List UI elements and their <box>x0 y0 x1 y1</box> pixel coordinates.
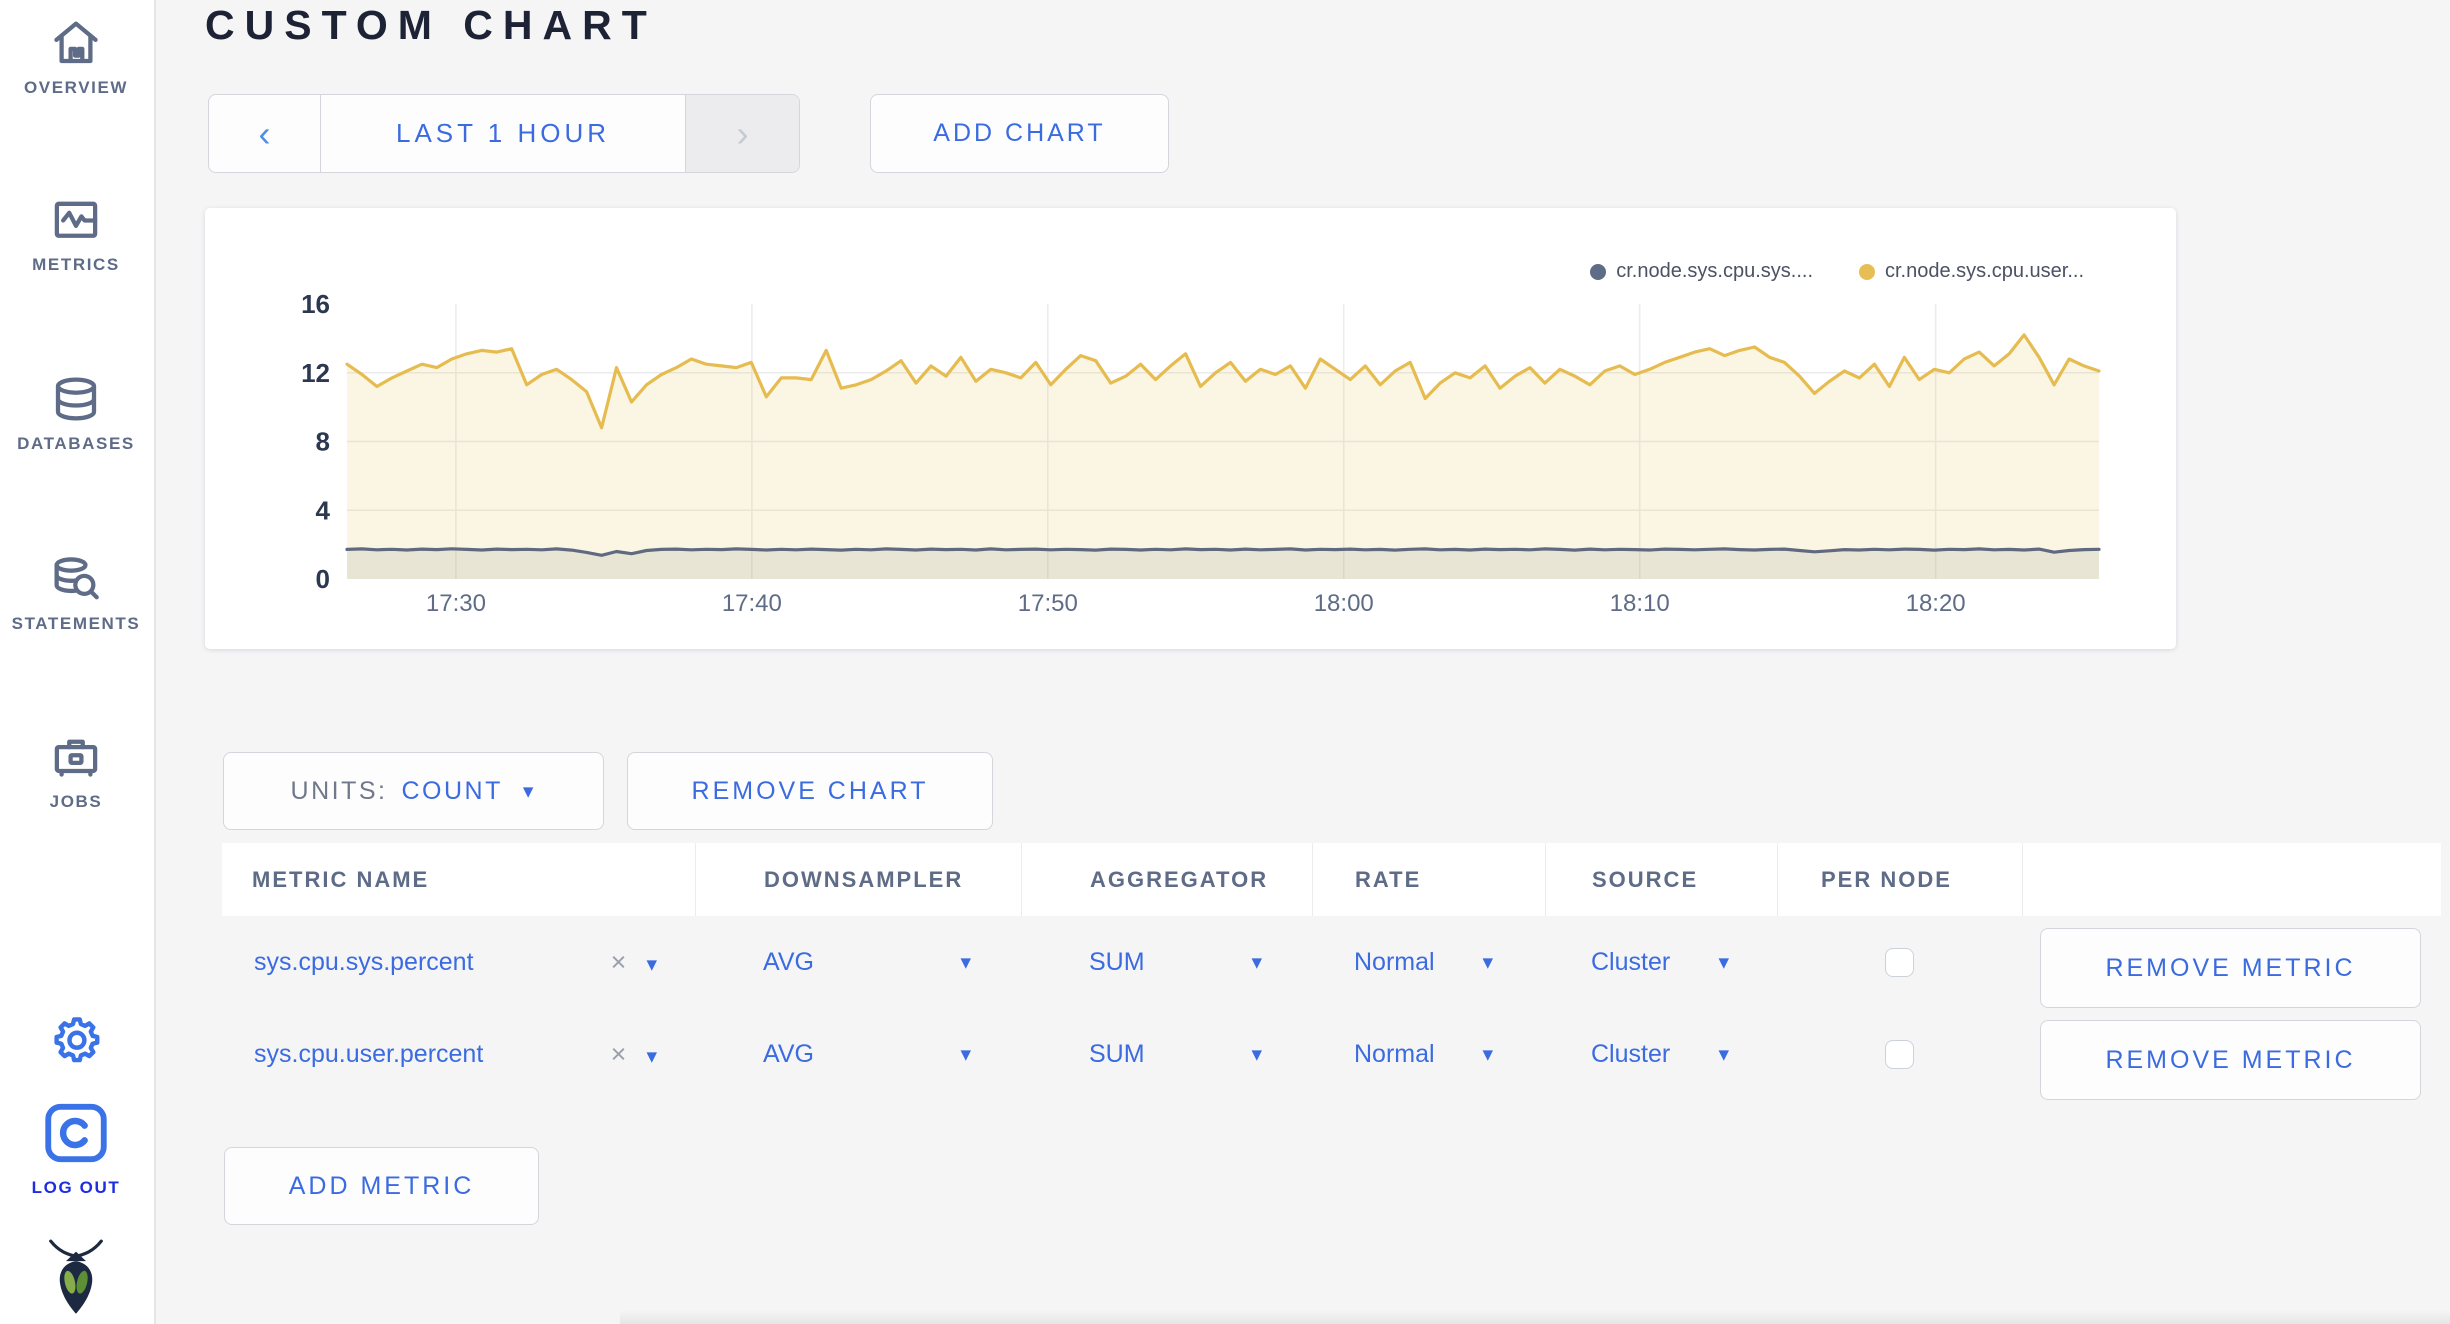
sidebar-item-databases[interactable]: DATABASES <box>0 372 152 454</box>
legend-dot-user <box>1859 263 1875 280</box>
time-range-next-button[interactable]: › <box>685 95 799 172</box>
remove-metric-button[interactable]: REMOVE METRIC <box>2040 1020 2421 1100</box>
col-header-per-node: PER NODE <box>1777 843 2022 916</box>
metrics-table: METRIC NAME DOWNSAMPLER AGGREGATOR RATE … <box>222 843 2441 1100</box>
briefcase-icon <box>0 730 152 784</box>
downsampler-dropdown[interactable]: AVG <box>763 1040 814 1069</box>
clear-metric-icon[interactable]: × <box>611 1039 627 1069</box>
svg-text:17:30: 17:30 <box>426 590 486 617</box>
sidebar-item-label: OVERVIEW <box>23 78 129 97</box>
units-value: COUNT <box>401 776 503 805</box>
col-header-aggregator: AGGREGATOR <box>1021 843 1312 916</box>
add-chart-button[interactable]: ADD CHART <box>870 94 1169 173</box>
rate-dropdown[interactable]: Normal <box>1354 1040 1435 1069</box>
col-header-rate: RATE <box>1312 843 1545 916</box>
chevron-down-icon[interactable]: ▾ <box>1251 1042 1262 1067</box>
chevron-down-icon[interactable]: ▾ <box>960 950 971 975</box>
chevron-down-icon[interactable]: ▾ <box>1251 950 1262 975</box>
gear-icon <box>0 1012 152 1068</box>
units-dropdown[interactable]: UNITS: COUNT ▾ <box>223 752 604 830</box>
chevron-down-icon: ▾ <box>522 779 537 803</box>
svg-text:18:10: 18:10 <box>1610 590 1670 617</box>
per-node-checkbox[interactable] <box>1885 1039 1914 1069</box>
chevron-left-icon: ‹ <box>258 112 271 154</box>
sidebar-item-overview[interactable]: OVERVIEW <box>0 16 152 98</box>
col-header-source: SOURCE <box>1545 843 1777 916</box>
downsampler-dropdown[interactable]: AVG <box>763 948 814 977</box>
metric-name-dropdown[interactable]: sys.cpu.sys.percent <box>254 948 474 977</box>
chevron-down-icon[interactable]: ▾ <box>646 1045 657 1068</box>
chevron-down-icon[interactable]: ▾ <box>1718 950 1729 975</box>
sidebar-item-label: JOBS <box>49 792 103 811</box>
col-header-actions <box>2022 843 2441 916</box>
add-metric-button[interactable]: ADD METRIC <box>224 1147 539 1225</box>
statements-icon <box>0 552 152 606</box>
cockroach-c-icon <box>0 1096 152 1170</box>
svg-text:12: 12 <box>301 358 330 388</box>
custom-chart-card: 17:30 17:40 17:50 18:00 18:10 18:20 0 4 8 12 16 cr… <box>205 208 2176 649</box>
rate-dropdown[interactable]: Normal <box>1354 948 1435 977</box>
chevron-down-icon[interactable]: ▾ <box>1482 1042 1493 1067</box>
col-header-metric-name: METRIC NAME <box>252 866 430 892</box>
sidebar-item-metrics[interactable]: METRICS <box>0 193 152 275</box>
svg-text:4: 4 <box>316 495 331 525</box>
chevron-down-icon[interactable]: ▾ <box>1482 950 1493 975</box>
table-row: sys.cpu.user.percent × ▾ AVG ▾ SUM ▾ Norm… <box>222 1008 2441 1100</box>
time-range-prev-button[interactable]: ‹ <box>209 95 320 172</box>
col-header-downsampler: DOWNSAMPLER <box>695 843 1021 916</box>
svg-text:0: 0 <box>316 564 330 594</box>
source-dropdown[interactable]: Cluster <box>1591 1040 1670 1069</box>
page-title: CUSTOM CHART <box>205 2 657 48</box>
settings-button[interactable] <box>0 1012 152 1068</box>
next-section-shadow <box>620 1310 2450 1324</box>
legend-dot-sys <box>1590 263 1607 280</box>
clear-metric-icon[interactable]: × <box>611 947 627 977</box>
logout-label: LOG OUT <box>31 1178 121 1197</box>
sidebar-item-statements[interactable]: STATEMENTS <box>0 552 152 634</box>
cockroach-bug-icon <box>0 1238 152 1318</box>
legend-item-user[interactable]: cr.node.sys.cpu.user... <box>1859 260 2084 283</box>
table-row: sys.cpu.sys.percent × ▾ AVG ▾ SUM ▾ Norma… <box>222 916 2441 1008</box>
home-icon <box>0 16 152 70</box>
legend-item-sys[interactable]: cr.node.sys.cpu.sys.... <box>1590 260 1813 283</box>
chevron-right-icon: › <box>736 112 749 154</box>
sidebar-item-label: STATEMENTS <box>11 614 141 633</box>
chart-legend: cr.node.sys.cpu.sys.... cr.node.sys.cpu.… <box>1590 260 2084 283</box>
time-range-dropdown[interactable]: LAST 1 HOUR <box>320 95 685 172</box>
svg-text:8: 8 <box>316 427 330 457</box>
svg-text:18:20: 18:20 <box>1906 590 1966 617</box>
units-label: UNITS: <box>290 776 388 805</box>
chevron-down-icon[interactable]: ▾ <box>646 953 657 976</box>
metrics-icon <box>0 193 152 247</box>
sidebar-item-label: METRICS <box>32 255 120 274</box>
cockroach-logo <box>0 1238 152 1318</box>
legend-label: cr.node.sys.cpu.user... <box>1885 260 2084 282</box>
svg-text:17:50: 17:50 <box>1018 590 1078 617</box>
sidebar-item-jobs[interactable]: JOBS <box>0 730 152 812</box>
metrics-table-header: METRIC NAME DOWNSAMPLER AGGREGATOR RATE … <box>222 843 2441 916</box>
source-dropdown[interactable]: Cluster <box>1591 948 1670 977</box>
chevron-down-icon[interactable]: ▾ <box>960 1042 971 1067</box>
chevron-down-icon[interactable]: ▾ <box>1718 1042 1729 1067</box>
aggregator-dropdown[interactable]: SUM <box>1089 1040 1145 1069</box>
aggregator-dropdown[interactable]: SUM <box>1089 948 1145 977</box>
sidebar-item-label: DATABASES <box>17 434 135 453</box>
main-content: CUSTOM CHART ‹ LAST 1 HOUR › ADD CHART 1… <box>154 0 2450 1324</box>
remove-chart-button[interactable]: REMOVE CHART <box>627 752 993 830</box>
database-icon <box>0 372 152 426</box>
legend-label: cr.node.sys.cpu.sys.... <box>1616 260 1813 282</box>
svg-text:16: 16 <box>301 289 330 319</box>
remove-metric-button[interactable]: REMOVE METRIC <box>2040 928 2421 1008</box>
time-range-selector: ‹ LAST 1 HOUR › <box>208 94 800 173</box>
metric-name-dropdown[interactable]: sys.cpu.user.percent <box>254 1040 483 1069</box>
sidebar: OVERVIEW METRICS DATABASES STATEMENTS JO… <box>0 0 156 1324</box>
svg-text:18:00: 18:00 <box>1314 590 1374 617</box>
logout-button[interactable]: LOG OUT <box>0 1096 152 1198</box>
svg-text:17:40: 17:40 <box>722 590 782 617</box>
per-node-checkbox[interactable] <box>1885 947 1914 977</box>
